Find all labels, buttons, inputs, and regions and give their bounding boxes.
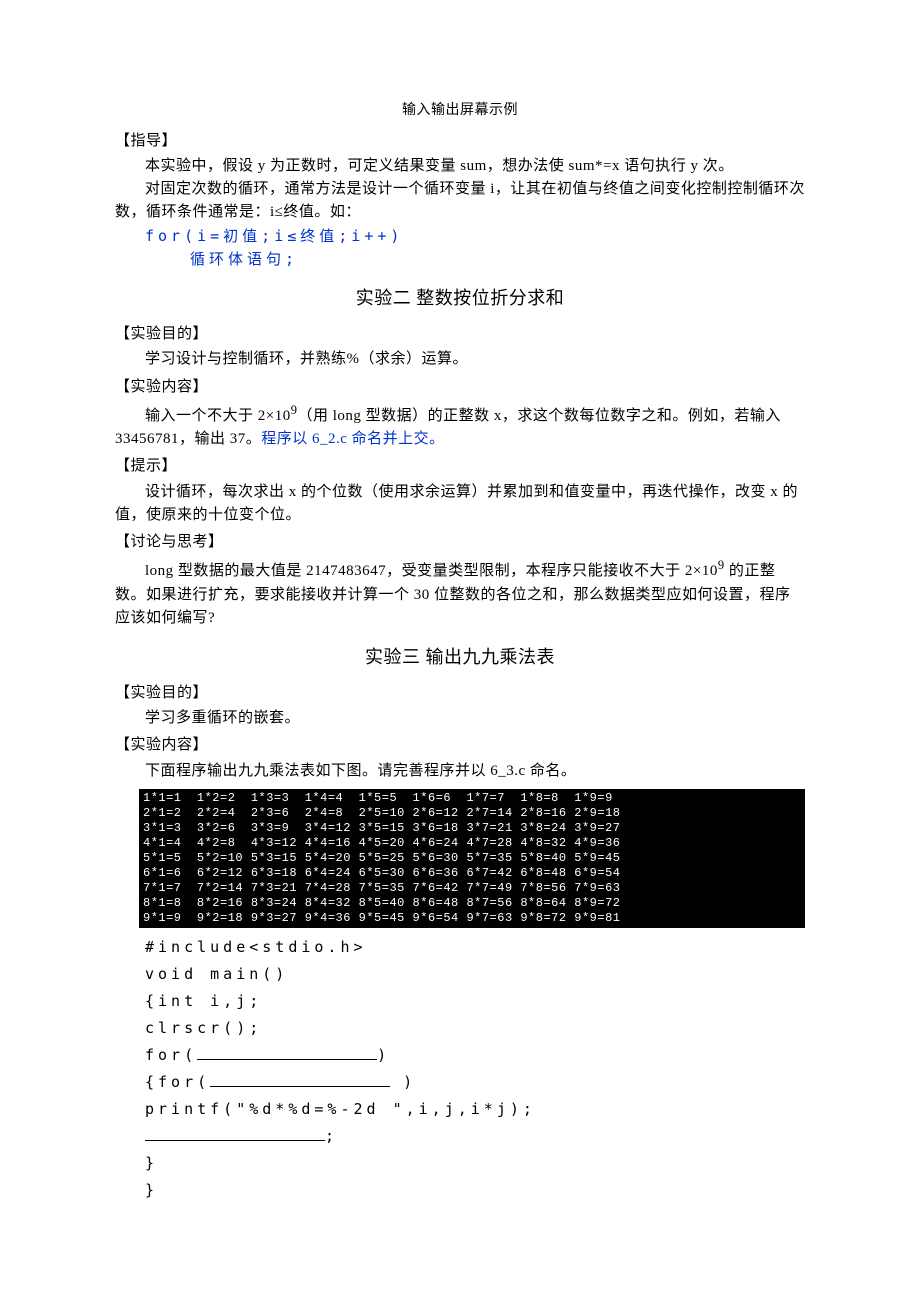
code-line-inner-for: {for( ): [145, 1069, 805, 1096]
exp2-content-text-a: 输入一个不大于 2×10: [145, 408, 291, 424]
code-line-close-inner: }: [145, 1150, 805, 1177]
exp2-content-p: 输入一个不大于 2×109（用 long 型数据）的正整数 x，求这个数每位数字…: [115, 401, 805, 452]
multiplication-table-output: 1*1=1 1*2=2 1*3=3 1*4=4 1*5=5 1*6=6 1*7=…: [139, 789, 805, 928]
exp3-content-heading: 【实验内容】: [115, 734, 805, 757]
exp3-code-block: #include<stdio.h> void main() {int i,j; …: [145, 934, 805, 1204]
code-blank-suffix: ;: [325, 1127, 338, 1145]
code-line-blank-stmt: ;: [145, 1123, 805, 1150]
code-line-main: void main(): [145, 961, 805, 988]
document-page: 输入输出屏幕示例 【指导】 本实验中，假设 y 为正数时，可定义结果变量 sum…: [0, 0, 920, 1264]
guide-p1: 本实验中，假设 y 为正数时，可定义结果变量 sum，想办法使 sum*=x 语…: [115, 155, 805, 178]
exp2-discuss-heading: 【讨论与思考】: [115, 531, 805, 554]
guide-heading: 【指导】: [115, 130, 805, 153]
exp2-content-filename: 程序以 6_2.c 命名并上交。: [261, 431, 444, 447]
guide-p2: 对固定次数的循环，通常方法是设计一个循环变量 i，让其在初值与终值之间变化控制控…: [115, 178, 805, 225]
io-caption: 输入输出屏幕示例: [115, 100, 805, 122]
code-line-decl: {int i,j;: [145, 988, 805, 1015]
exp3-goal-heading: 【实验目的】: [115, 682, 805, 705]
code-line-printf: printf("%d*%d=%-2d ",i,j,i*j);: [145, 1096, 805, 1123]
exp2-discuss-text-a: long 型数据的最大值是 2147483647，受变量类型限制，本程序只能接收…: [145, 563, 718, 579]
exp2-goal-heading: 【实验目的】: [115, 323, 805, 346]
guide-code-line-1: for(i=初值;i≤终值;i++): [145, 225, 805, 248]
code-line-close-main: }: [145, 1177, 805, 1204]
blank-fill-1[interactable]: [197, 1044, 377, 1060]
code-line-outer-for: for(): [145, 1042, 805, 1069]
exp2-goal-p: 学习设计与控制循环，并熟练%（求余）运算。: [115, 348, 805, 371]
exp2-title: 实验二 整数按位折分求和: [115, 285, 805, 313]
code-inner-for-suffix: ): [390, 1073, 416, 1091]
code-inner-for-prefix: {for(: [145, 1073, 210, 1091]
code-outer-for-prefix: for(: [145, 1046, 197, 1064]
superscript-9b: 9: [718, 558, 725, 572]
exp2-content-heading: 【实验内容】: [115, 376, 805, 399]
exp2-discuss-p: long 型数据的最大值是 2147483647，受变量类型限制，本程序只能接收…: [115, 556, 805, 630]
exp3-goal-p: 学习多重循环的嵌套。: [115, 707, 805, 730]
exp2-hint-heading: 【提示】: [115, 455, 805, 478]
guide-code-line-2: 循环体语句;: [190, 248, 805, 271]
code-line-clrscr: clrscr();: [145, 1015, 805, 1042]
blank-fill-2[interactable]: [210, 1071, 390, 1087]
exp2-hint-p: 设计循环，每次求出 x 的个位数（使用求余运算）并累加到和值变量中，再迭代操作，…: [115, 481, 805, 528]
exp3-content-p: 下面程序输出九九乘法表如下图。请完善程序并以 6_3.c 命名。: [115, 760, 805, 783]
exp3-title: 实验三 输出九九乘法表: [115, 644, 805, 672]
blank-fill-3[interactable]: [145, 1125, 325, 1141]
code-outer-for-suffix: ): [377, 1046, 390, 1064]
code-line-include: #include<stdio.h>: [145, 934, 805, 961]
